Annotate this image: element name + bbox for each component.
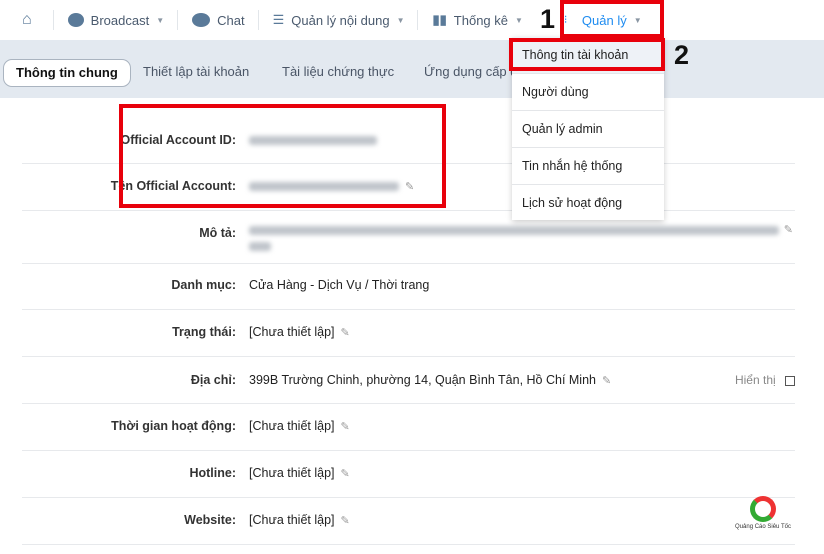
edit-pencil-icon[interactable]: ✎ <box>341 327 350 339</box>
tab-verification-docs[interactable]: Tài liệu chứng thực <box>282 58 394 86</box>
field-hours: Thời gian hoạt động: [Chưa thiết lập] ✎ <box>22 404 795 451</box>
tab-general-info[interactable]: Thông tin chung <box>3 59 131 87</box>
edit-pencil-icon[interactable]: ✎ <box>341 515 350 527</box>
menu-item-admin[interactable]: Quản lý admin <box>512 111 664 148</box>
menu-item-users[interactable]: Người dùng <box>512 74 664 111</box>
speech-bubble-icon <box>67 13 84 27</box>
menu-item-system-messages[interactable]: Tin nhắn hệ thống <box>512 148 664 185</box>
nav-broadcast[interactable]: Broadcast ▼ <box>54 0 179 40</box>
home-icon: ⌂ <box>22 11 32 28</box>
highlight-account-info <box>509 38 665 71</box>
logo-swirl-icon <box>750 496 776 522</box>
field-address: Địa chỉ: 399B Trường Chinh, phường 14, Qu… <box>22 357 795 404</box>
caret-down-icon: ▼ <box>396 15 405 25</box>
step-2-label: 2 <box>674 40 690 70</box>
caret-down-icon: ▼ <box>156 15 165 25</box>
field-hotline: Hotline: [Chưa thiết lập] ✎ <box>22 451 795 498</box>
field-status: Trạng thái: [Chưa thiết lập] ✎ <box>22 310 795 357</box>
nav-home[interactable]: ⌂ <box>0 0 54 40</box>
field-description: Mô tả: ✎ <box>22 211 795 264</box>
highlight-manage <box>560 0 664 38</box>
highlight-oa-fields <box>119 104 446 208</box>
nav-chat[interactable]: Chat <box>178 0 259 40</box>
edit-pencil-icon[interactable]: ✎ <box>341 421 350 433</box>
top-navigation: ⌂ Broadcast ▼ Chat ☰ Quản lý nội dung ▼ ▮▮ T… <box>0 0 824 40</box>
tab-account-settings[interactable]: Thiết lập tài khoản <box>143 58 249 86</box>
step-1-label: 1 <box>540 4 556 34</box>
list-icon: ☰ <box>272 12 285 27</box>
show-toggle[interactable]: Hiển thị <box>735 373 795 387</box>
bar-chart-icon: ▮▮ <box>432 12 447 27</box>
menu-item-activity-log[interactable]: Lịch sử hoạt động <box>512 185 664 222</box>
chat-bubbles-icon <box>192 13 211 27</box>
field-website: Website: [Chưa thiết lập] ✎ <box>22 498 795 545</box>
tab-apps[interactable]: Ứng dụng cấp q <box>424 58 518 86</box>
edit-pencil-icon[interactable]: ✎ <box>341 468 350 480</box>
edit-pencil-icon[interactable]: ✎ <box>602 375 611 387</box>
tab-bar: Thông tin chung Thiết lập tài khoản Tài … <box>0 40 824 98</box>
show-checkbox[interactable] <box>785 375 795 386</box>
watermark-logo: Quảng Cáo Siêu Tốc <box>718 496 808 530</box>
caret-down-icon: ▼ <box>515 15 523 25</box>
nav-content[interactable]: ☰ Quản lý nội dung ▼ <box>259 0 419 40</box>
field-category: Danh mục: Cửa Hàng - Dịch Vụ / Thời trang <box>22 264 795 310</box>
edit-pencil-icon[interactable]: ✎ <box>784 223 793 236</box>
nav-stats[interactable]: ▮▮ Thống kê ▼ <box>418 0 536 40</box>
